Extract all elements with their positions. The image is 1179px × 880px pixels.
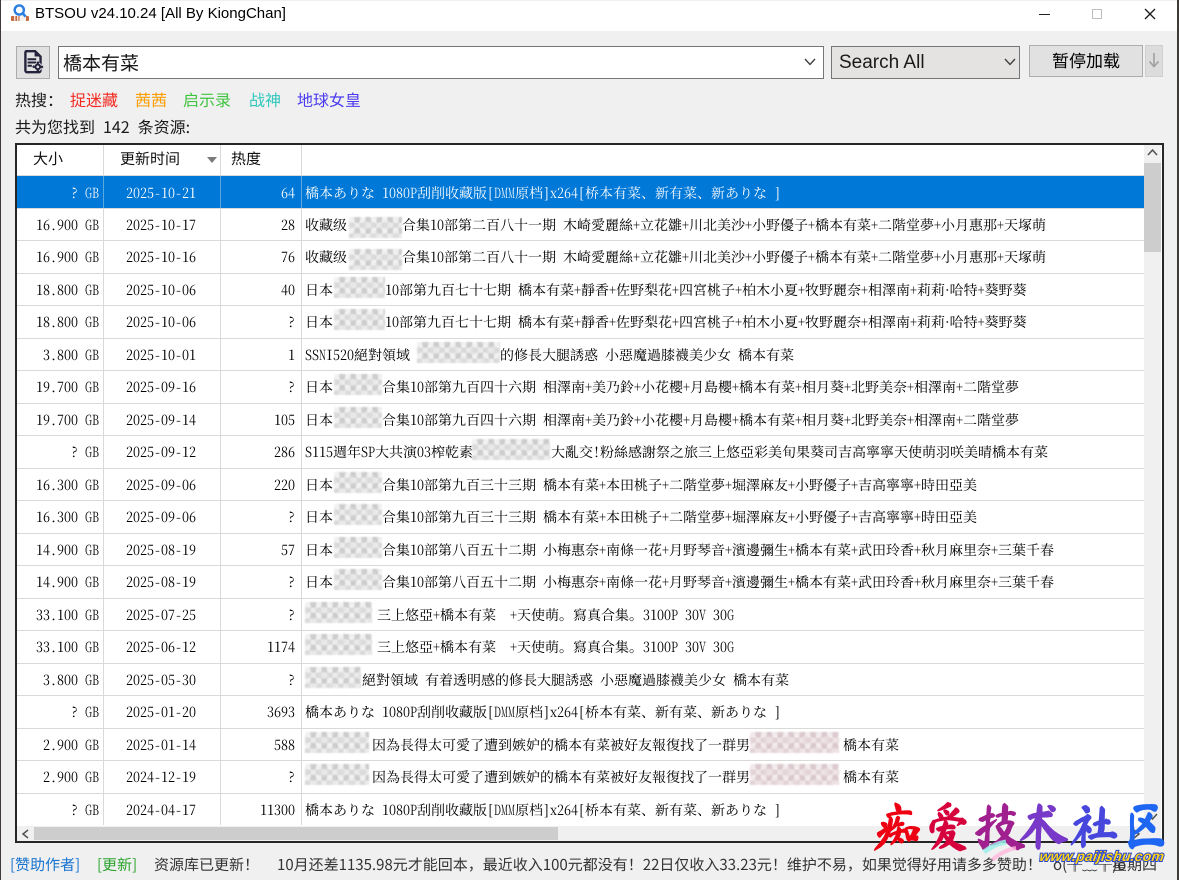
svg-text:www.paijishu.com: www.paijishu.com <box>1039 848 1166 864</box>
